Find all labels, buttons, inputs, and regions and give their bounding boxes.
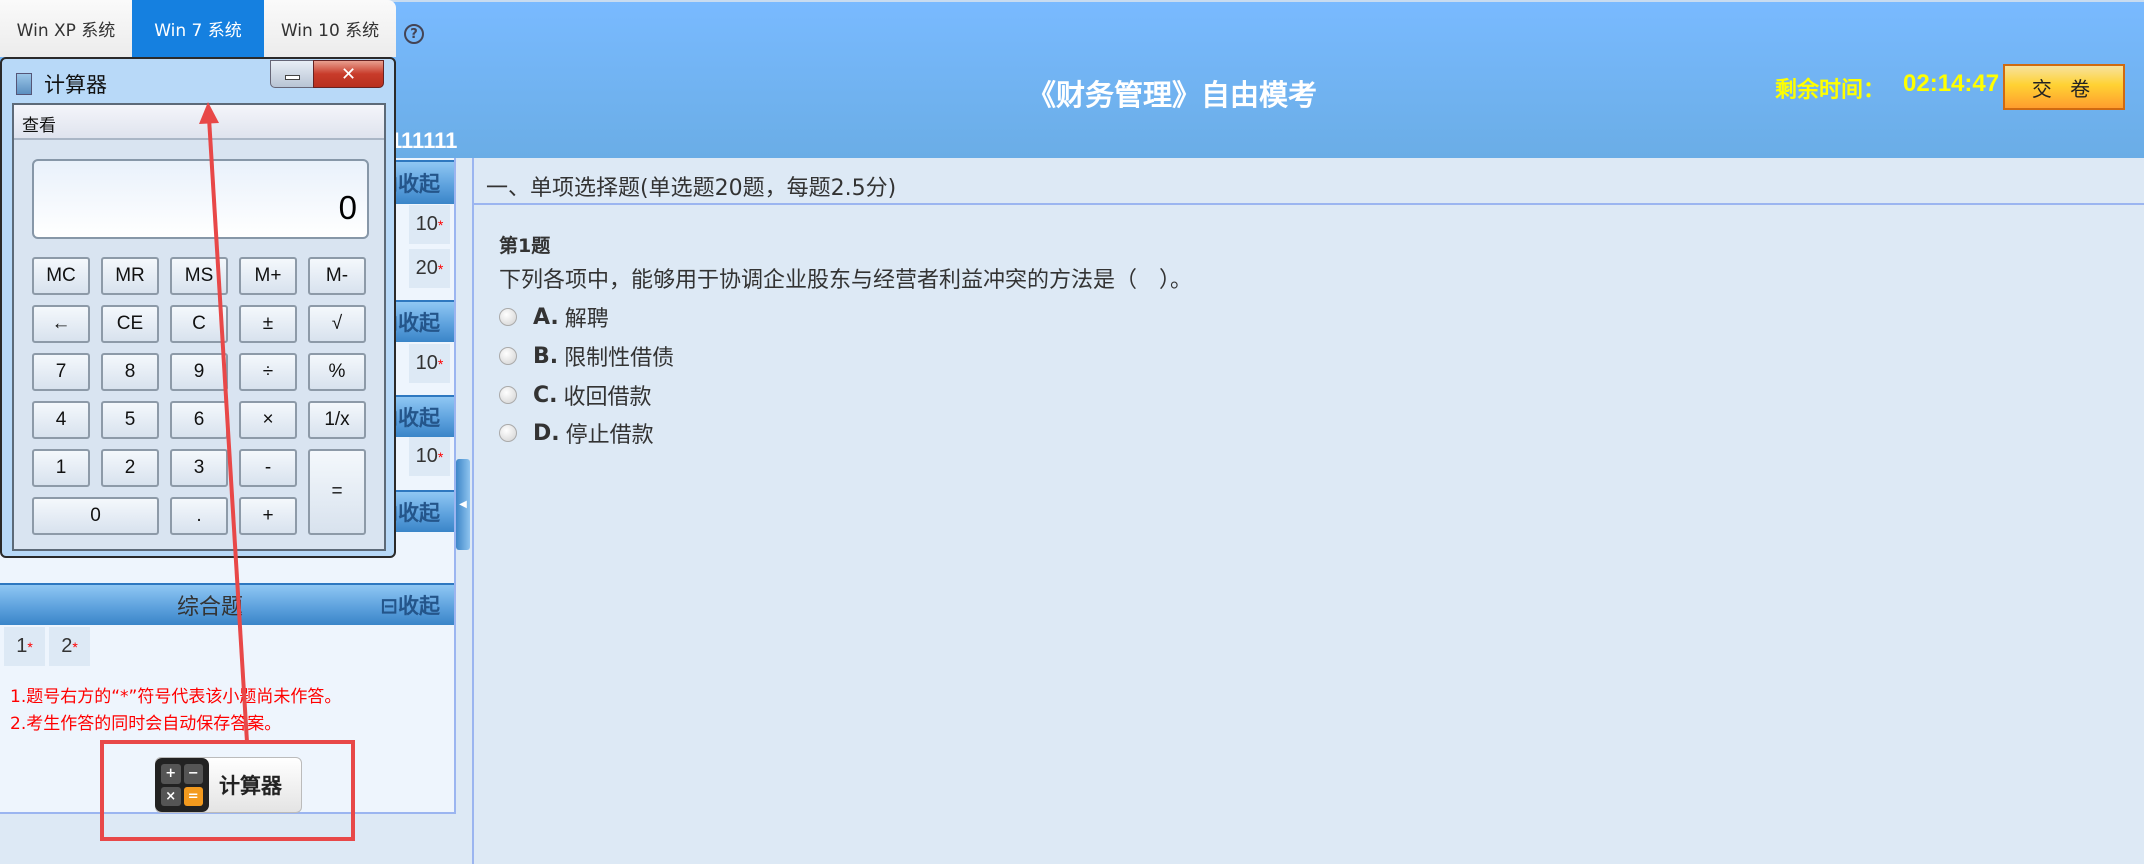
calc-key[interactable]: % — [308, 353, 366, 391]
tab-win-xp[interactable]: Win XP 系统 — [0, 0, 132, 57]
cell-number: 10 — [415, 352, 438, 374]
calc-key[interactable]: CE — [101, 305, 159, 343]
question-text: 下列各项中，能够用于协调企业股东与经营者利益冲突的方法是（ ）。 — [499, 268, 1193, 293]
collapse-button[interactable]: ⊟收起 — [380, 590, 440, 620]
calc-key[interactable]: ÷ — [239, 353, 297, 391]
candidate-id: 111111 — [390, 128, 458, 153]
option-text: 停止借款 — [565, 423, 654, 448]
calc-key[interactable]: × — [239, 401, 297, 439]
unanswered-star: * — [437, 216, 444, 233]
unanswered-star: * — [72, 638, 78, 655]
question-cell[interactable]: 10 * — [409, 344, 450, 383]
submit-exam-button[interactable]: 交 卷 — [2003, 64, 2125, 110]
calc-key[interactable]: ← — [32, 305, 90, 343]
option-text: 收回借款 — [563, 385, 652, 410]
minimize-icon — [285, 75, 300, 80]
os-style-tabs: Win XP 系统 Win 7 系统 Win 10 系统 — [0, 0, 396, 57]
timer-label: 剩余时间： — [1775, 78, 1886, 103]
calc-key[interactable]: 0 — [32, 497, 159, 535]
calc-key[interactable]: C — [170, 305, 228, 343]
option-text: 解聘 — [564, 307, 609, 332]
unanswered-star: * — [27, 638, 33, 655]
option-c[interactable]: C. 收回借款 — [499, 379, 652, 411]
calc-key[interactable]: 9 — [170, 353, 228, 391]
calc-key[interactable]: 6 — [170, 401, 228, 439]
cell-number: 10 — [415, 213, 438, 235]
question-cell[interactable]: 1 * — [4, 627, 45, 666]
calculator-window: 计算器 ✕ 查看 0 MC MR MS M+ M- ← CE C ± √ 7 8 9 ÷% 4 5 6 × 1/x 1… — [0, 57, 396, 558]
calculator-app-icon — [16, 73, 32, 95]
calculator-body: 查看 0 MC MR MS M+ M- ← CE C ± √ 7 8 9 ÷% 4 5 6 × 1/x 1 2 3- = 0.… — [12, 103, 386, 551]
menu-view-label: 查看 — [22, 116, 56, 136]
calc-key[interactable]: MR — [101, 257, 159, 295]
calculator-display: 0 — [32, 159, 369, 239]
note-1: 1.题号右方的“*”符号代表该小题尚未作答。 — [10, 687, 342, 707]
menu-view[interactable]: 查看 — [14, 105, 384, 140]
close-button[interactable]: ✕ — [313, 60, 384, 88]
option-d[interactable]: D. 停止借款 — [499, 417, 654, 449]
instructions: 1.题号右方的“*”符号代表该小题尚未作答。 2.考生作答的同时会自动保存答案。 — [10, 684, 341, 738]
calc-key[interactable]: M- — [308, 257, 366, 295]
option-key: B. — [533, 343, 559, 369]
calc-key[interactable]: 8 — [101, 353, 159, 391]
radio-icon[interactable] — [499, 308, 517, 326]
calc-key[interactable]: - — [239, 449, 297, 487]
section-title: 一、单项选择题(单选题20题，每题2.5分) — [474, 158, 2144, 205]
option-text: 限制性借债 — [564, 346, 675, 371]
unanswered-star: * — [437, 448, 444, 465]
option-key: C. — [533, 382, 558, 408]
help-icon[interactable]: ? — [404, 24, 424, 44]
question-area: 一、单项选择题(单选题20题，每题2.5分) 第1题 下列各项中，能够用于协调企… — [472, 158, 2144, 864]
calc-key[interactable]: M+ — [239, 257, 297, 295]
unanswered-star: * — [437, 355, 444, 372]
question-cell[interactable]: 10 * — [409, 437, 450, 476]
cell-number: 10 — [415, 445, 438, 467]
calculator-title: 计算器 — [44, 73, 107, 97]
calc-key[interactable]: 7 — [32, 353, 90, 391]
annotation-highlight-box — [100, 740, 355, 841]
section-title: 综合题 — [176, 595, 243, 620]
calc-key[interactable]: √ — [308, 305, 366, 343]
cell-number: 20 — [415, 257, 438, 279]
question-cell[interactable]: 2 * — [49, 627, 90, 666]
question-cell[interactable]: 20 * — [409, 249, 450, 288]
calc-key[interactable]: + — [239, 497, 297, 535]
calc-key[interactable]: = — [308, 449, 366, 535]
collapse-sidebar-handle[interactable]: ◀ — [456, 459, 470, 550]
option-a[interactable]: A. 解聘 — [499, 301, 609, 333]
calc-key[interactable]: 2 — [101, 449, 159, 487]
question-cell[interactable]: 10 * — [409, 205, 450, 244]
radio-icon[interactable] — [499, 424, 517, 442]
cell-number: 2 — [61, 635, 73, 657]
minimize-button[interactable] — [270, 60, 314, 88]
calc-key[interactable]: MS — [170, 257, 228, 295]
option-b[interactable]: B. 限制性借债 — [499, 340, 674, 372]
calc-key[interactable]: 1/x — [308, 401, 366, 439]
calc-key[interactable]: ± — [239, 305, 297, 343]
tab-win-10[interactable]: Win 10 系统 — [264, 0, 396, 57]
tab-win-7[interactable]: Win 7 系统 — [132, 0, 264, 57]
radio-icon[interactable] — [499, 386, 517, 404]
calc-key[interactable]: 3 — [170, 449, 228, 487]
calc-key[interactable]: . — [170, 497, 228, 535]
calc-key[interactable]: 4 — [32, 401, 90, 439]
section-bar: 综合题 ⊟收起 — [0, 583, 454, 625]
option-key: A. — [533, 304, 559, 330]
unanswered-star: * — [437, 260, 444, 277]
remaining-time: 02:14:47 — [1903, 70, 2000, 97]
calc-key[interactable]: 1 — [32, 449, 90, 487]
cell-number: 1 — [16, 635, 28, 657]
calc-key[interactable]: MC — [32, 257, 90, 295]
question-number: 第1题 — [499, 235, 551, 257]
note-2: 2.考生作答的同时会自动保存答案。 — [10, 714, 282, 734]
calculator-titlebar[interactable]: 计算器 — [16, 69, 107, 99]
option-key: D. — [533, 420, 560, 446]
calc-key[interactable]: 5 — [101, 401, 159, 439]
radio-icon[interactable] — [499, 347, 517, 365]
